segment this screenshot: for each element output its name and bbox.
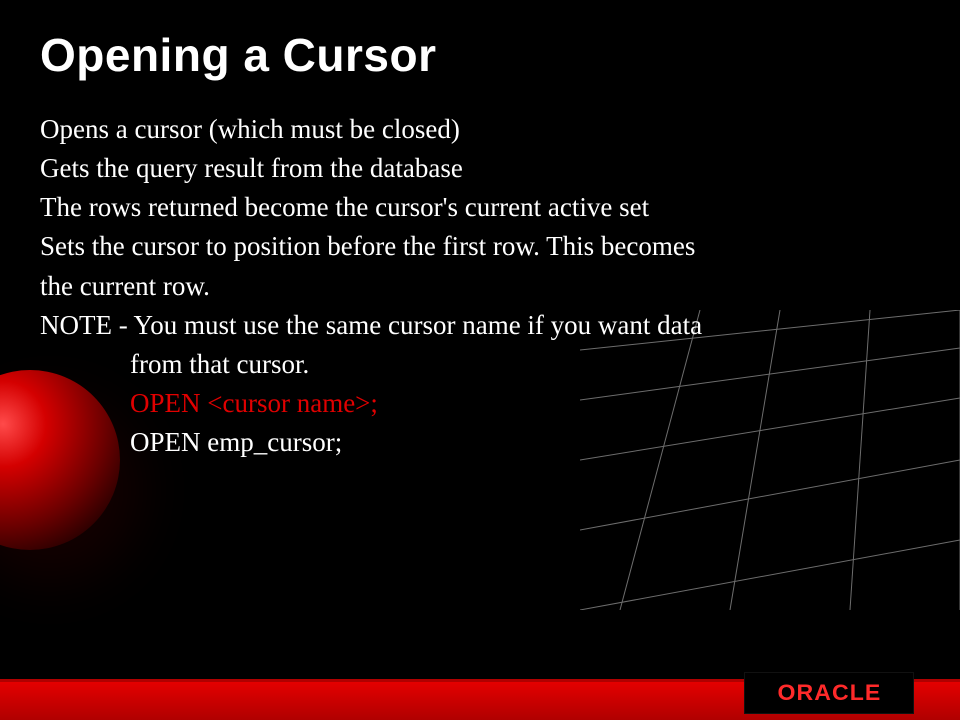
- example-line: OPEN emp_cursor;: [40, 423, 920, 462]
- body-line: NOTE - You must use the same cursor name…: [40, 306, 920, 345]
- syntax-line: OPEN <cursor name>;: [40, 384, 920, 423]
- brand-logo: ORACLE: [744, 672, 914, 714]
- slide-content: Opening a Cursor Opens a cursor (which m…: [40, 28, 920, 462]
- body-line: Gets the query result from the database: [40, 149, 920, 188]
- body-line: from that cursor.: [40, 345, 920, 384]
- body-line: The rows returned become the cursor's cu…: [40, 188, 920, 227]
- slide-title: Opening a Cursor: [40, 28, 920, 82]
- brand-logo-text: ORACLE: [777, 680, 881, 706]
- slide: Opening a Cursor Opens a cursor (which m…: [0, 0, 960, 720]
- slide-body: Opens a cursor (which must be closed) Ge…: [40, 110, 920, 462]
- body-line: Sets the cursor to position before the f…: [40, 227, 920, 266]
- slide-footer: ORACLE: [0, 664, 960, 720]
- body-line: Opens a cursor (which must be closed): [40, 110, 920, 149]
- body-line: the current row.: [40, 267, 920, 306]
